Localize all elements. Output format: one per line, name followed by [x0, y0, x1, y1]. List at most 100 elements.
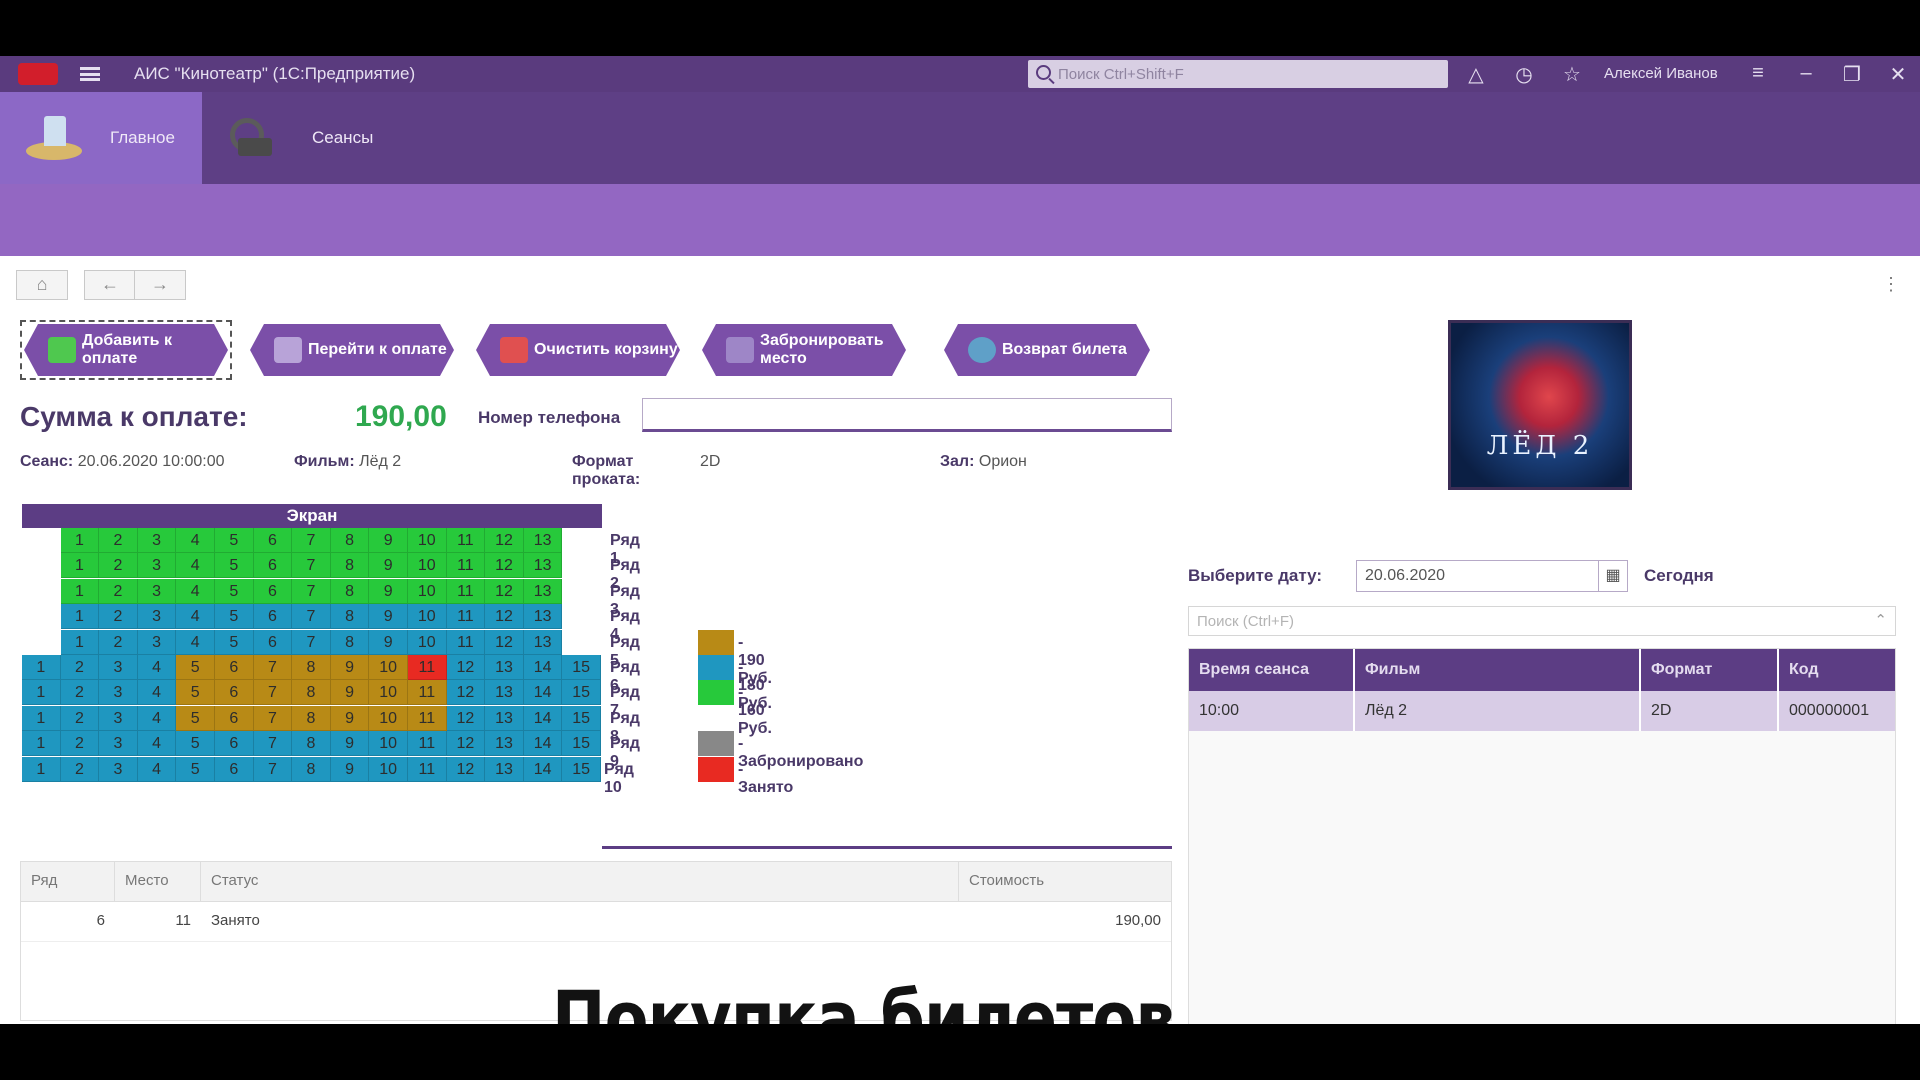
seat-button[interactable]: 6	[215, 680, 254, 706]
seat-button[interactable]: 2	[99, 553, 138, 579]
menu-icon[interactable]	[80, 67, 100, 81]
seat-button[interactable]: 2	[60, 756, 100, 782]
seat-button[interactable]: 7	[292, 629, 331, 655]
seat-button[interactable]: 3	[137, 528, 177, 553]
seat-button[interactable]: 4	[137, 731, 177, 757]
add-to-payment-button[interactable]: Добавить к оплате	[24, 324, 228, 376]
seat-button[interactable]: 8	[292, 705, 331, 731]
seat-button[interactable]: 14	[523, 731, 563, 757]
seat-button[interactable]: 1	[60, 578, 100, 604]
seat-button[interactable]: 1	[22, 680, 61, 706]
seat-button[interactable]: 3	[137, 604, 177, 630]
seat-button[interactable]: 13	[523, 553, 563, 579]
seat-button[interactable]: 5	[176, 705, 215, 731]
seat-button[interactable]: 3	[99, 705, 138, 731]
seat-button[interactable]: 9	[369, 528, 408, 553]
seat-button[interactable]: 1	[22, 731, 61, 757]
seat-button[interactable]: 5	[176, 680, 215, 706]
seat-button[interactable]: 11	[446, 578, 486, 604]
seat-button[interactable]: 8	[330, 604, 370, 630]
seat-button[interactable]: 12	[485, 629, 524, 655]
seat-button[interactable]: 15	[562, 731, 601, 757]
seat-button[interactable]: 6	[215, 655, 254, 680]
seat-button[interactable]: 7	[292, 553, 331, 579]
close-icon[interactable]: ✕	[1884, 62, 1912, 87]
seat-button[interactable]: 11	[408, 705, 447, 731]
seat-button[interactable]: 4	[176, 553, 215, 579]
seat-button[interactable]: 7	[292, 604, 331, 630]
seat-button[interactable]: 10	[408, 528, 447, 553]
reserve-seat-button[interactable]: Забронировать место	[702, 324, 906, 376]
seat-button[interactable]: 7	[253, 680, 293, 706]
calendar-picker-icon[interactable]: ▦	[1598, 560, 1628, 592]
seat-button[interactable]: 6	[253, 578, 293, 604]
seat-button[interactable]: 11	[446, 604, 486, 630]
seat-button[interactable]: 4	[176, 578, 215, 604]
seat-button[interactable]: 4	[137, 680, 177, 706]
seat-button[interactable]: 6	[253, 553, 293, 579]
seat-button[interactable]: 4	[176, 629, 215, 655]
clear-cart-button[interactable]: Очистить корзину	[476, 324, 680, 376]
seat-button[interactable]: 13	[485, 705, 524, 731]
seat-button[interactable]: 8	[330, 528, 370, 553]
seat-button[interactable]: 5	[176, 731, 215, 757]
seat-button[interactable]: 6	[253, 604, 293, 630]
seat-button[interactable]: 5	[215, 528, 254, 553]
today-link[interactable]: Сегодня	[1644, 566, 1714, 586]
seat-button[interactable]: 5	[176, 655, 215, 680]
global-search-input[interactable]: Поиск Ctrl+Shift+F	[1028, 60, 1448, 88]
seat-button[interactable]: 3	[99, 680, 138, 706]
section-main[interactable]: Главное	[0, 92, 202, 184]
seat-button[interactable]: 8	[292, 655, 331, 680]
seat-button[interactable]: 2	[99, 528, 138, 553]
seat-button[interactable]: 11	[446, 528, 486, 553]
seat-button[interactable]: 12	[446, 705, 486, 731]
seat-button[interactable]: 13	[485, 655, 524, 680]
seat-button[interactable]: 11	[446, 629, 486, 655]
settings-menu-icon[interactable]: ≡	[1744, 62, 1772, 85]
seat-button[interactable]: 8	[292, 731, 331, 757]
seat-button[interactable]: 5	[215, 604, 254, 630]
seat-button[interactable]: 15	[562, 680, 601, 706]
seat-button[interactable]: 15	[562, 756, 601, 782]
seat-button[interactable]: 7	[292, 578, 331, 604]
seat-button[interactable]: 7	[253, 705, 293, 731]
seat-button[interactable]: 13	[485, 680, 524, 706]
seat-button[interactable]: 1	[60, 604, 100, 630]
seat-button[interactable]: 3	[99, 731, 138, 757]
seat-button[interactable]: 5	[215, 553, 254, 579]
seat-button[interactable]: 3	[137, 629, 177, 655]
seat-button[interactable]: 9	[369, 604, 408, 630]
seat-button[interactable]: 5	[176, 756, 215, 782]
seat-button[interactable]: 11	[408, 756, 447, 782]
home-button[interactable]: ⌂	[16, 270, 68, 300]
seat-button[interactable]: 3	[137, 578, 177, 604]
seat-button[interactable]: 9	[330, 705, 370, 731]
user-name[interactable]: Алексей Иванов	[1604, 65, 1718, 82]
seat-button[interactable]: 9	[330, 756, 370, 782]
seat-button[interactable]: 14	[523, 756, 563, 782]
seat-button[interactable]: 3	[99, 756, 138, 782]
return-ticket-button[interactable]: Возврат билета	[944, 324, 1150, 376]
seat-button[interactable]: 7	[253, 655, 293, 680]
seat-button[interactable]: 12	[446, 680, 486, 706]
seat-button[interactable]: 11	[408, 731, 447, 757]
seat-button[interactable]: 7	[253, 756, 293, 782]
bell-icon[interactable]: △	[1462, 62, 1490, 87]
go-to-payment-button[interactable]: Перейти к оплате	[250, 324, 454, 376]
seat-button[interactable]: 12	[485, 528, 524, 553]
seat-button[interactable]: 9	[330, 731, 370, 757]
star-icon[interactable]: ☆	[1558, 62, 1586, 87]
seat-button[interactable]: 1	[60, 528, 100, 553]
seat-button[interactable]: 14	[523, 655, 563, 680]
seat-button[interactable]: 6	[215, 731, 254, 757]
seat-button[interactable]: 12	[446, 756, 486, 782]
seat-button[interactable]: 2	[60, 655, 100, 680]
seat-button[interactable]: 10	[408, 629, 447, 655]
minimize-icon[interactable]: –	[1792, 62, 1820, 85]
seat-button[interactable]: 13	[523, 528, 563, 553]
seat-button[interactable]: 13	[485, 756, 524, 782]
section-sessions[interactable]: Сеансы	[202, 92, 404, 184]
seat-button[interactable]: 8	[292, 756, 331, 782]
seat-button[interactable]: 11	[408, 655, 447, 680]
